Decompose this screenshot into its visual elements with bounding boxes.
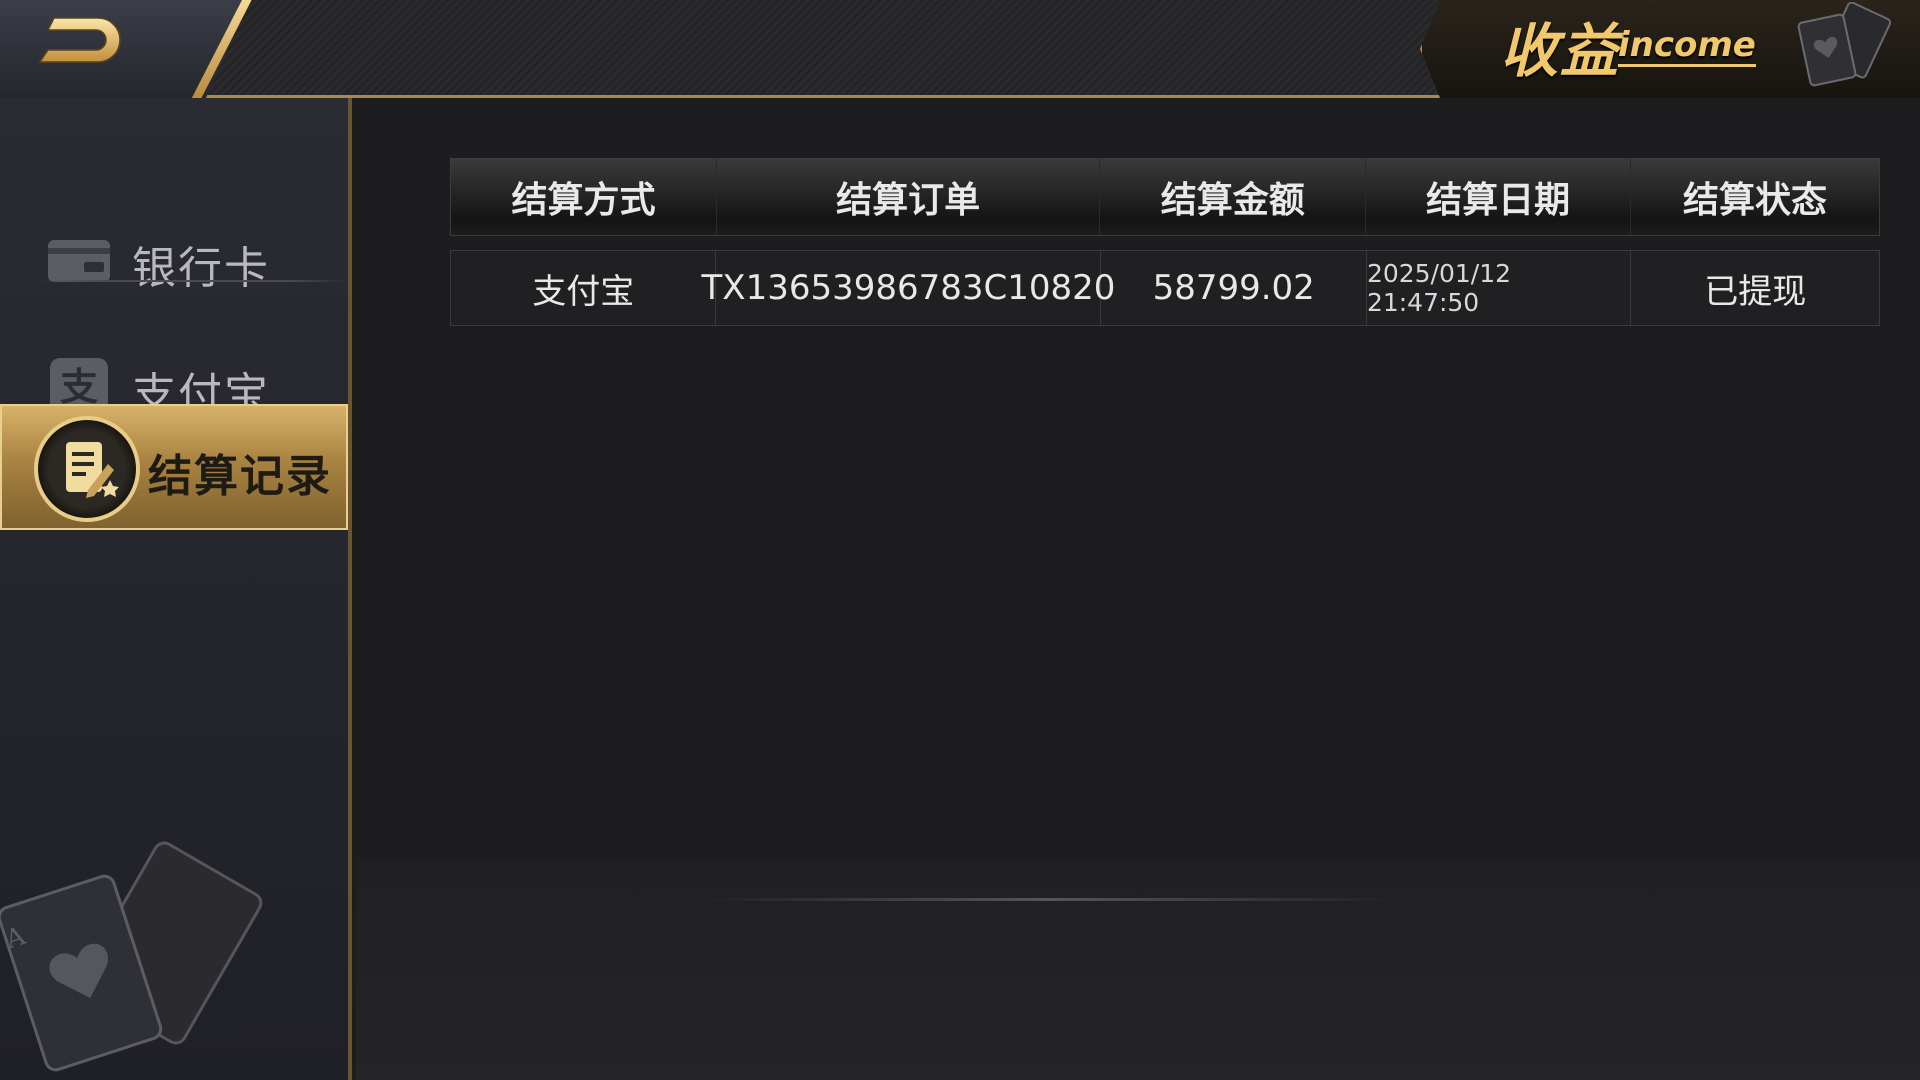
column-header-status: 结算状态	[1683, 180, 1828, 221]
table-header: 结算方式 结算订单 结算金额 结算日期 结算状态	[450, 158, 1880, 236]
playing-cards-decoration: A	[0, 841, 263, 1072]
sidebar-item-settlement-record[interactable]: 结算记录	[0, 404, 348, 530]
sidebar-item-label: 银行卡	[132, 243, 270, 294]
cell-order: TX13653986783C10820	[702, 251, 1115, 325]
felt-highlight-line	[700, 898, 1400, 901]
column-header-order: 结算订单	[717, 159, 1101, 235]
cell-status: 已提现	[1704, 271, 1807, 312]
top-bar: 收益 income	[0, 0, 1920, 100]
table-row: 支付宝 TX13653986783C10820 58799.02 2025/01…	[450, 250, 1880, 326]
svg-text:支: 支	[60, 365, 98, 409]
settlement-record-icon	[34, 416, 140, 522]
column-header-method: 结算方式	[451, 159, 717, 235]
table-felt-decoration	[356, 860, 1920, 1080]
back-button[interactable]	[28, 6, 138, 76]
sidebar-item-bank-card[interactable]: 银行卡	[0, 202, 348, 314]
sidebar: 银行卡 支 支付宝 结算记录 A	[0, 98, 352, 1080]
back-arrow-icon	[38, 17, 121, 63]
cell-date: 2025/01/12 21:47:50	[1367, 251, 1632, 325]
settlement-table: 结算方式 结算订单 结算金额 结算日期 结算状态 支付宝 TX136539867…	[450, 158, 1880, 326]
page-title-en: income	[1618, 25, 1756, 67]
page-title-cn: 收益	[1500, 17, 1621, 85]
sidebar-divider	[40, 280, 350, 282]
column-header-amount: 结算金额	[1100, 159, 1367, 235]
cell-amount: 58799.02	[1101, 251, 1367, 325]
cell-method: 支付宝	[451, 251, 717, 325]
column-header-date: 结算日期	[1366, 159, 1632, 235]
playing-cards-icon	[1797, 2, 1892, 87]
sidebar-item-label: 结算记录	[148, 451, 332, 502]
